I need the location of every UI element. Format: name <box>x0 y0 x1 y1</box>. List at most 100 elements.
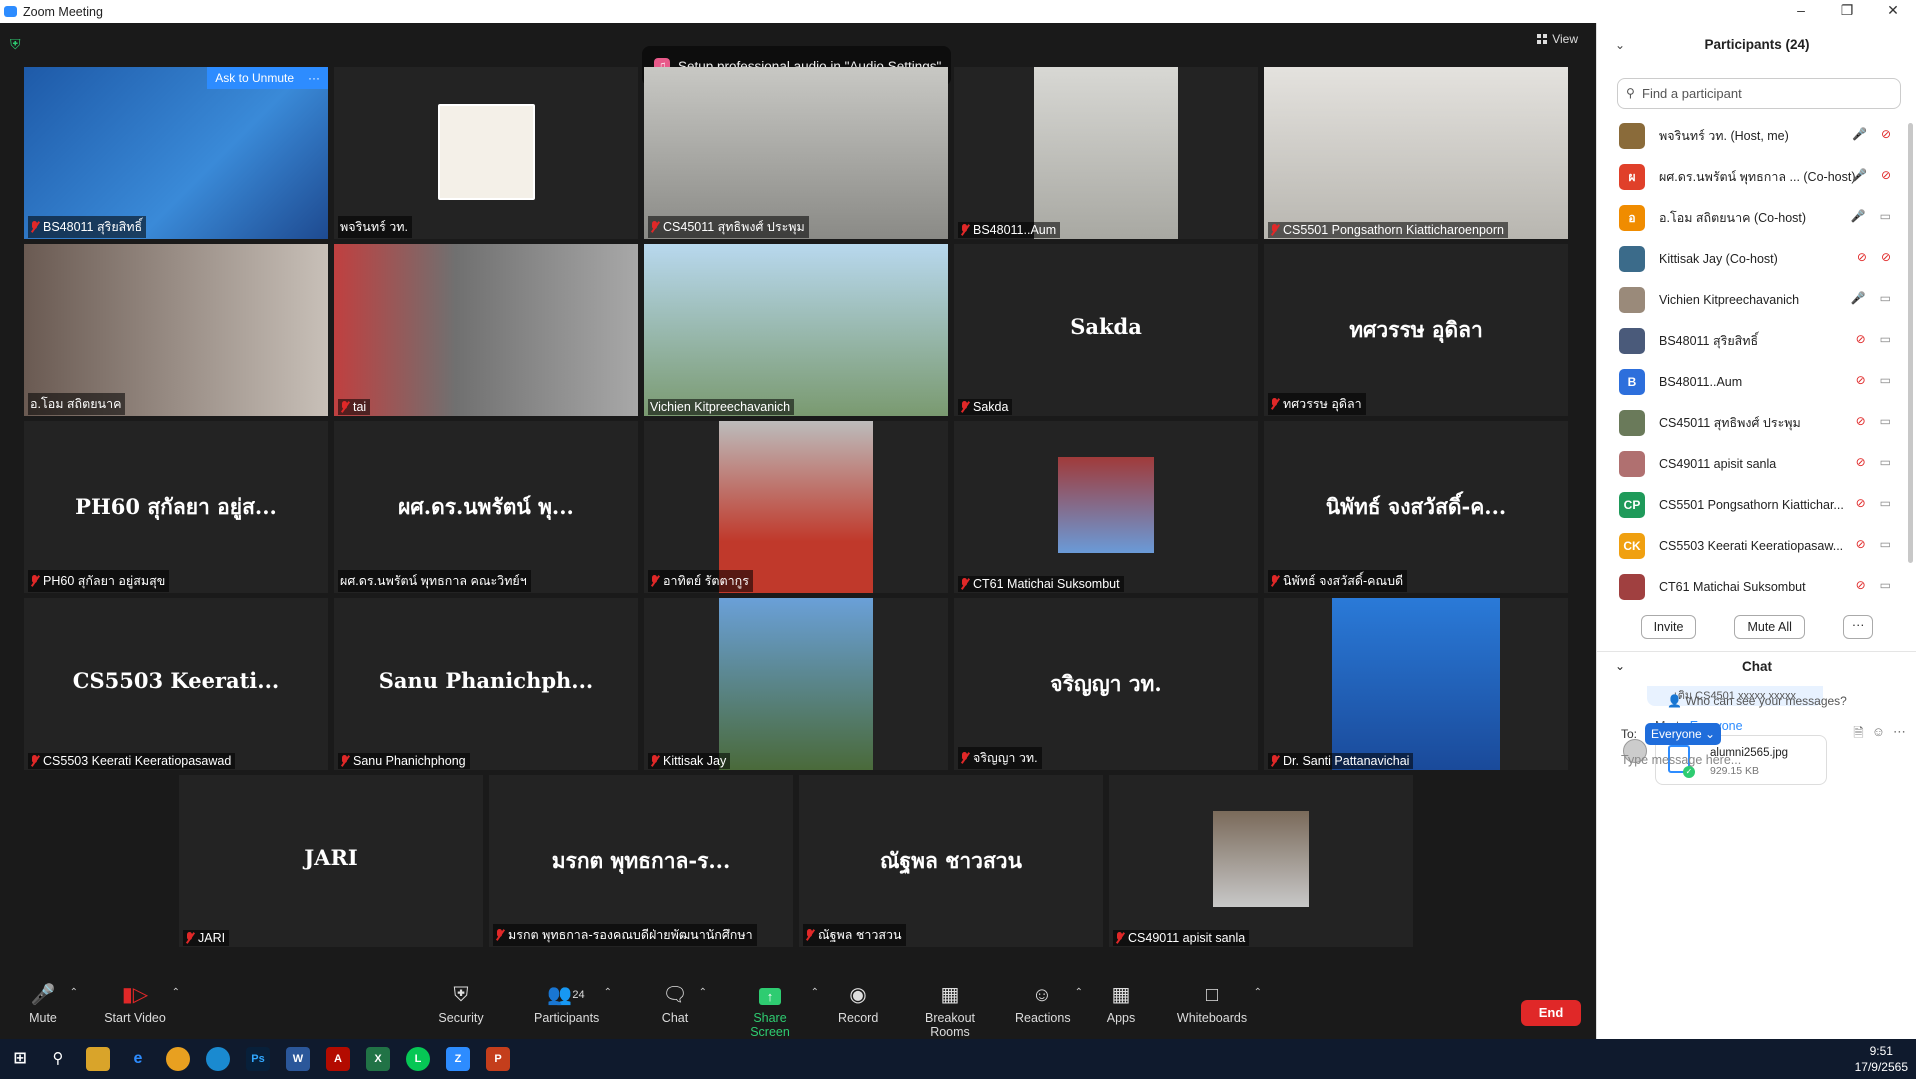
participant-tile[interactable]: CS5501 Pongsathorn Kiatticharoenporn <box>1264 67 1568 239</box>
who-can-see-link[interactable]: 👤 Who can see your messages? <box>1597 694 1916 708</box>
breakout-rooms-button[interactable]: ▦ Breakout Rooms <box>905 981 995 1039</box>
participant-tile[interactable]: อ.โอม สถิตยนาค <box>24 244 328 416</box>
participant-tile[interactable]: CS45011 สุทธิพงศ์ ประพุม <box>644 67 948 239</box>
minimize-button[interactable]: – <box>1778 0 1824 23</box>
muted-mic-icon[interactable]: ⊘ <box>1856 373 1866 387</box>
participant-tile[interactable]: JARI JARI <box>179 775 483 947</box>
participant-list[interactable]: พจรินทร์ วท. (Host, me) 🎤 ⊘ ผ ผศ.ดร.นพรัตน์ … <box>1597 115 1909 600</box>
search-icon[interactable]: ⚲ <box>46 1047 70 1071</box>
video-camera-icon[interactable]: ▭ <box>1880 537 1891 551</box>
participant-tile[interactable]: Kittisak Jay <box>644 598 948 770</box>
video-camera-icon[interactable]: ▭ <box>1880 291 1891 305</box>
collapse-participants-chevron-icon[interactable]: ⌄ <box>1615 23 1625 67</box>
close-button[interactable]: ✕ <box>1870 0 1916 23</box>
word-icon[interactable]: W <box>286 1047 310 1071</box>
participant-tile[interactable]: CS49011 apisit sanla <box>1109 775 1413 947</box>
ask-to-unmute-button[interactable]: Ask to Unmute ··· <box>207 67 328 89</box>
share-caret-icon[interactable]: ⌃ <box>811 987 819 998</box>
security-shield-icon[interactable]: ⛨ <box>10 36 24 52</box>
share-screen-button[interactable]: ↑ Share Screen ⌃ <box>735 981 819 1039</box>
acrobat-icon[interactable]: A <box>326 1047 350 1071</box>
microphone-icon[interactable]: 🎤 <box>1851 291 1866 305</box>
emoji-icon[interactable]: ☺ <box>1872 724 1885 746</box>
apps-button[interactable]: ▦ Apps <box>1104 981 1138 1025</box>
muted-mic-icon[interactable]: ⊘ <box>1856 455 1866 469</box>
participant-list-item[interactable]: Kittisak Jay (Co-host) ⊘ ⊘ <box>1597 238 1909 279</box>
edge-icon[interactable] <box>206 1047 230 1071</box>
participants-button[interactable]: 👥24 Participants ⌃ <box>534 981 612 1025</box>
muted-mic-icon[interactable]: ⊘ <box>1856 332 1866 346</box>
participant-tile[interactable]: PH60 สุกัลยา อยู่ส... PH60 สุกัลยา อยู่สม… <box>24 421 328 593</box>
participant-tile[interactable]: Ask to Unmute ··· BS48011 สุริยสิทธิ์ <box>24 67 328 239</box>
mute-button[interactable]: 🎤 Mute ⌃ <box>22 981 78 1025</box>
restore-button[interactable]: ❐ <box>1824 0 1870 23</box>
windows-start-icon[interactable]: ⊞ <box>8 1047 32 1071</box>
participant-tile[interactable]: BS48011..Aum <box>954 67 1258 239</box>
recipient-dropdown[interactable]: Everyone ⌄ <box>1645 723 1722 745</box>
powerpoint-icon[interactable]: P <box>486 1047 510 1071</box>
video-camera-icon[interactable]: ▭ <box>1880 455 1891 469</box>
record-button[interactable]: ◉ Record <box>838 981 878 1025</box>
participants-caret-icon[interactable]: ⌃ <box>604 987 612 998</box>
participant-tile[interactable]: จริญญา วท. จริญญา วท. <box>954 598 1258 770</box>
participant-tile[interactable]: อาทิตย์ รัตตากูร <box>644 421 948 593</box>
whiteboards-button[interactable]: □ Whiteboards ⌃ <box>1176 981 1262 1025</box>
reactions-button[interactable]: ☺ Reactions ⌃ <box>1015 981 1083 1025</box>
excel-icon[interactable]: X <box>366 1047 390 1071</box>
participant-tile[interactable]: มรกต พุทธกาล-ร... มรกต พุทธกาล-รองคณบดีฝ่… <box>489 775 793 947</box>
tile-more-icon[interactable]: ··· <box>308 71 320 85</box>
chat-message-input[interactable]: Type message here... <box>1621 753 1741 767</box>
microphone-icon[interactable]: 🎤 <box>1852 127 1867 141</box>
muted-mic-icon[interactable]: ⊘ <box>1856 578 1866 592</box>
participant-list-item[interactable]: Vichien Kitpreechavanich 🎤 ▭ <box>1597 279 1909 320</box>
video-camera-icon[interactable]: ▭ <box>1880 373 1891 387</box>
participant-tile[interactable]: พจรินทร์ วท. <box>334 67 638 239</box>
chat-caret-icon[interactable]: ⌃ <box>699 987 707 998</box>
chrome-icon[interactable] <box>166 1047 190 1071</box>
find-participant-input[interactable]: ⚲ Find a participant <box>1617 78 1901 109</box>
participant-list-item[interactable]: ผ ผศ.ดร.นพรัตน์ พุทธกาล ... (Co-host) 🎤 ⊘ <box>1597 156 1909 197</box>
file-explorer-icon[interactable] <box>86 1047 110 1071</box>
invite-button[interactable]: Invite <box>1640 615 1697 639</box>
collapse-chat-chevron-icon[interactable]: ⌄ <box>1615 659 1625 673</box>
participant-list-item[interactable]: CS49011 apisit sanla ⊘ ▭ <box>1597 443 1909 484</box>
participant-tile[interactable]: ณัฐพล ชาวสวน ณัฐพล ชาวสวน <box>799 775 1103 947</box>
photoshop-icon[interactable]: Ps <box>246 1047 270 1071</box>
participant-list-item[interactable]: อ อ.โอม สถิตยนาค (Co-host) 🎤 ▭ <box>1597 197 1909 238</box>
participant-list-item[interactable]: CP CS5501 Pongsathorn Kiattichar... ⊘ ▭ <box>1597 484 1909 525</box>
line-icon[interactable]: L <box>406 1047 430 1071</box>
microphone-icon[interactable]: 🎤 <box>1852 168 1867 182</box>
participant-tile[interactable]: tai <box>334 244 638 416</box>
video-camera-icon[interactable]: ▭ <box>1880 332 1891 346</box>
participant-list-item[interactable]: CT61 Matichai Suksombut ⊘ ▭ <box>1597 566 1909 600</box>
whiteboard-caret-icon[interactable]: ⌃ <box>1254 987 1262 998</box>
participant-tile[interactable]: ผศ.ดร.นพรัตน์ พุ... ผศ.ดร.นพรัตน์ พุทธกาล… <box>334 421 638 593</box>
participant-tile[interactable]: นิพัทธ์ จงสวัสดิ์-ค... นิพัทธ์ จงสวัสดิ์-… <box>1264 421 1568 593</box>
participant-tile[interactable]: CT61 Matichai Suksombut <box>954 421 1258 593</box>
chat-button[interactable]: 🗨 Chat ⌃ <box>657 981 707 1025</box>
video-off-icon[interactable]: ⊘ <box>1881 168 1891 182</box>
participant-tile[interactable]: CS5503 Keerati... CS5503 Keerati Keeratio… <box>24 598 328 770</box>
end-meeting-button[interactable]: End <box>1521 1000 1581 1026</box>
participant-list-item[interactable]: CK CS5503 Keerati Keeratiopasaw... ⊘ ▭ <box>1597 525 1909 566</box>
participant-tile[interactable]: Sanu Phanichph... Sanu Phanichphong <box>334 598 638 770</box>
participant-tile[interactable]: ทศวรรษ อุดิลา ทศวรรษ อุดิลา <box>1264 244 1568 416</box>
participant-tile[interactable]: Vichien Kitpreechavanich <box>644 244 948 416</box>
participant-list-item[interactable]: CS45011 สุทธิพงศ์ ประพุม ⊘ ▭ <box>1597 402 1909 443</box>
video-off-icon[interactable]: ⊘ <box>1881 127 1891 141</box>
participant-list-scrollbar[interactable] <box>1908 123 1913 563</box>
video-camera-icon[interactable]: ▭ <box>1880 578 1891 592</box>
more-options-button[interactable]: ··· <box>1842 615 1874 639</box>
internet-explorer-icon[interactable]: e <box>126 1047 150 1071</box>
mute-all-button[interactable]: Mute All <box>1734 615 1805 639</box>
reactions-caret-icon[interactable]: ⌃ <box>1075 987 1083 998</box>
file-icon[interactable]: 🗎 <box>1853 724 1863 746</box>
muted-mic-icon[interactable]: ⊘ <box>1856 496 1866 510</box>
audio-options-caret-icon[interactable]: ⌃ <box>70 987 78 998</box>
participant-list-item[interactable]: B BS48011..Aum ⊘ ▭ <box>1597 361 1909 402</box>
video-options-caret-icon[interactable]: ⌃ <box>172 987 180 998</box>
muted-mic-icon[interactable]: ⊘ <box>1857 250 1867 264</box>
security-button[interactable]: ⛨ Security <box>434 981 488 1025</box>
more-icon[interactable]: ⋯ <box>1893 724 1906 746</box>
video-off-icon[interactable]: ⊘ <box>1881 250 1891 264</box>
